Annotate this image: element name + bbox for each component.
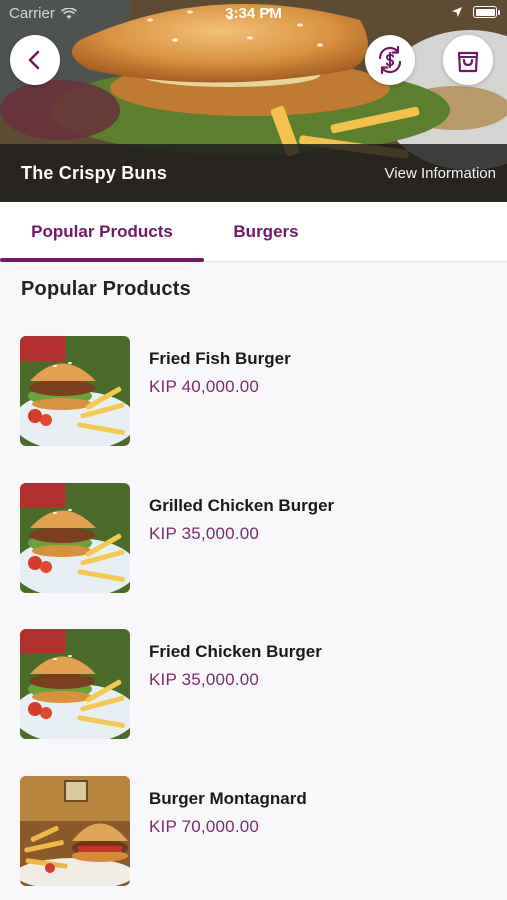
tab-label: Burgers — [233, 222, 299, 241]
store-hero: Carrier 3:34 PM The Crispy Buns View Inf… — [0, 0, 507, 202]
location-arrow-icon — [452, 7, 462, 17]
currency-exchange-button[interactable] — [365, 35, 415, 85]
chevron-left-icon — [28, 50, 40, 70]
tab-popular-products[interactable]: Popular Products — [0, 202, 204, 262]
burger-montagnard-image — [20, 776, 130, 886]
status-time: 3:34 PM — [225, 5, 282, 22]
category-tabs: Popular Products Burgers — [0, 202, 507, 262]
burger-plate-image — [20, 629, 130, 739]
active-tab-indicator — [0, 258, 204, 262]
product-thumbnail — [20, 483, 130, 593]
product-price: KIP 40,000.00 — [149, 377, 260, 396]
product-name: Burger Montagnard — [149, 789, 307, 808]
burger-plate-image — [20, 336, 130, 446]
back-button[interactable] — [10, 35, 60, 85]
product-item[interactable]: Burger Montagnard KIP 70,000.00 — [20, 776, 490, 886]
product-price: KIP 35,000.00 — [149, 524, 260, 543]
shopping-cart-button[interactable] — [443, 35, 493, 85]
product-item[interactable]: Grilled Chicken Burger KIP 35,000.00 — [20, 483, 490, 593]
product-thumbnail — [20, 336, 130, 446]
tab-burgers[interactable]: Burgers — [204, 202, 328, 262]
product-name: Fried Chicken Burger — [149, 642, 322, 661]
currency-exchange-icon — [378, 45, 402, 75]
section-title: Popular Products — [21, 278, 191, 300]
status-bar: Carrier 3:34 PM — [0, 0, 507, 28]
battery-icon — [473, 6, 500, 18]
product-price: KIP 35,000.00 — [149, 670, 260, 689]
product-item[interactable]: Fried Chicken Burger KIP 35,000.00 — [20, 629, 490, 739]
store-info-bar: The Crispy Buns View Information — [0, 144, 507, 202]
product-item[interactable]: Fried Fish Burger KIP 40,000.00 — [20, 336, 490, 446]
product-price: KIP 70,000.00 — [149, 817, 260, 836]
battery-level — [475, 8, 495, 16]
burger-plate-image — [20, 483, 130, 593]
product-name: Grilled Chicken Burger — [149, 496, 335, 515]
product-thumbnail — [20, 629, 130, 739]
tab-label: Popular Products — [31, 222, 173, 241]
product-name: Fried Fish Burger — [149, 349, 291, 368]
view-information-link[interactable]: View Information — [385, 165, 496, 182]
store-name: The Crispy Buns — [21, 162, 168, 183]
shopping-bag-icon — [457, 51, 479, 73]
product-thumbnail — [20, 776, 130, 886]
